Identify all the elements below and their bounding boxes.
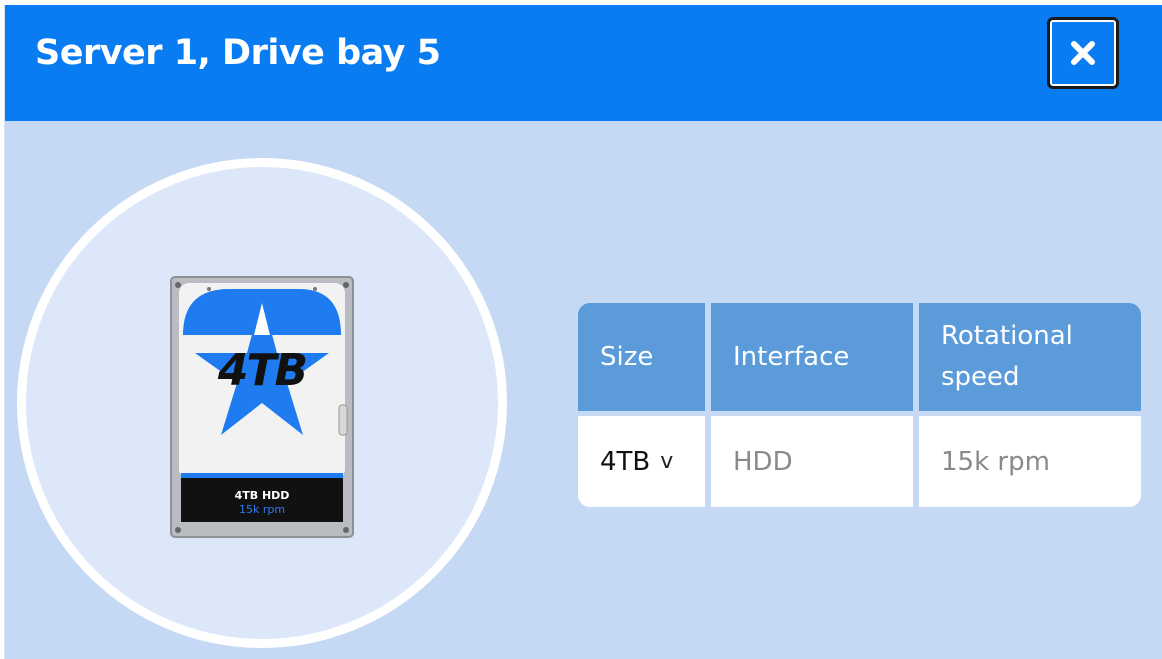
drive-label-model: 4TB HDD: [234, 489, 290, 502]
chevron-down-icon: v: [660, 449, 674, 474]
drive-bay-dialog: Server 1, Drive bay 5 4TB 4TB HDD 15k rp…: [4, 5, 1162, 659]
header-rotational-line-2: speed: [941, 362, 1020, 392]
header-rotational-line-1: Rotational: [941, 321, 1073, 351]
hard-drive-image: 4TB 4TB HDD 15k rpm: [169, 275, 355, 539]
close-icon: [1071, 41, 1095, 65]
header-interface: Interface: [711, 303, 913, 411]
size-value: 4TB: [600, 446, 651, 477]
header-size: Size: [578, 303, 705, 411]
dialog-titlebar: Server 1, Drive bay 5: [5, 5, 1162, 121]
dialog-title: Server 1, Drive bay 5: [35, 33, 441, 73]
rotational-speed-value: 15k rpm: [919, 416, 1141, 507]
drive-label-speed: 15k rpm: [238, 503, 286, 516]
drive-spec-table: Size Interface Rotational speed 4TB v HD…: [578, 303, 1141, 507]
interface-value: HDD: [711, 416, 913, 507]
close-button[interactable]: [1047, 17, 1119, 89]
header-rotational-speed: Rotational speed: [919, 303, 1141, 411]
drive-size-text: 4TB: [217, 345, 308, 396]
size-dropdown[interactable]: 4TB v: [578, 416, 705, 507]
